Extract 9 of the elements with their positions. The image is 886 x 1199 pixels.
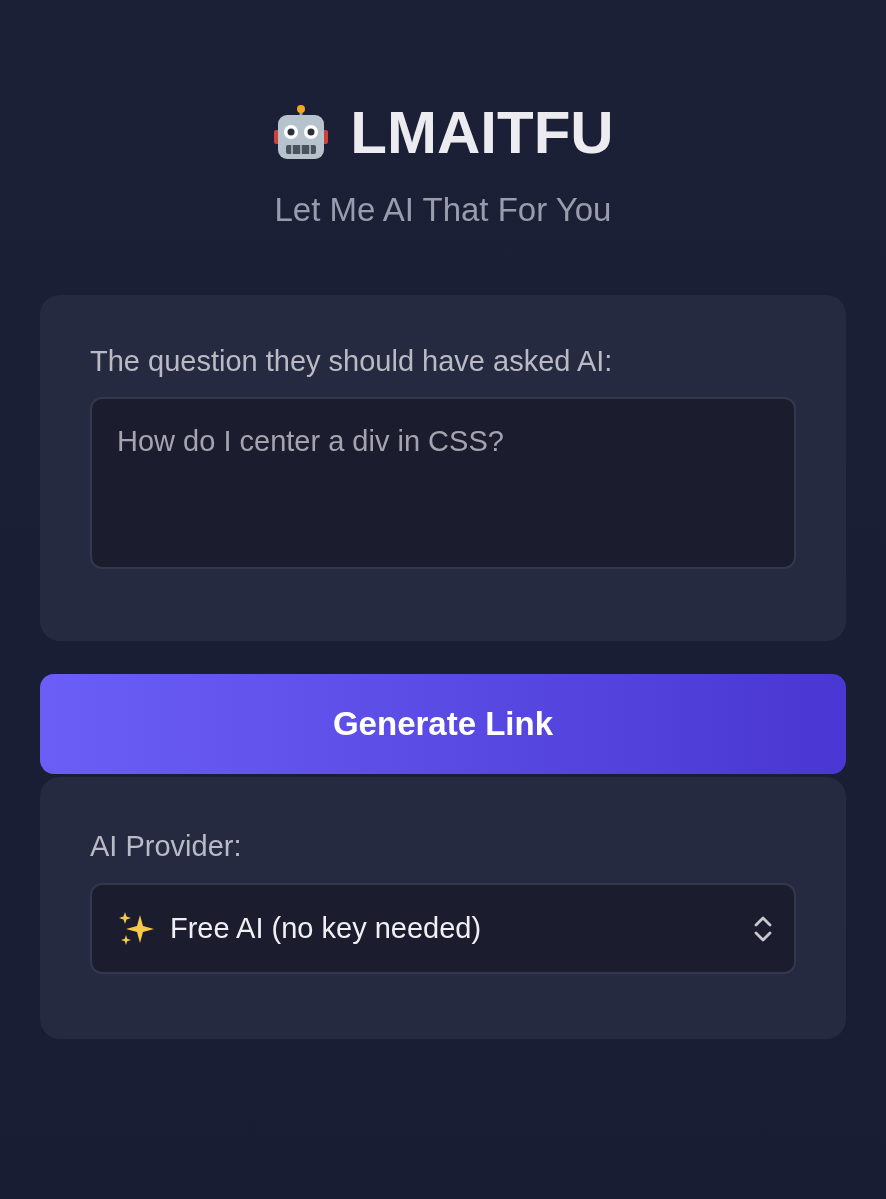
provider-label: AI Provider:: [90, 832, 243, 861]
generate-link-button[interactable]: Generate Link: [40, 674, 846, 774]
app-subtitle: Let Me AI That For You: [273, 193, 613, 226]
chevron-up-down-icon: [754, 914, 772, 943]
provider-select[interactable]: Free AI (no key needed): [90, 883, 796, 974]
app-title: LMAITFU: [350, 103, 614, 163]
question-label: The question they should have asked AI:: [90, 347, 614, 376]
question-field[interactable]: How do I center a div in CSS?: [90, 397, 796, 569]
robot-icon: [272, 104, 331, 162]
